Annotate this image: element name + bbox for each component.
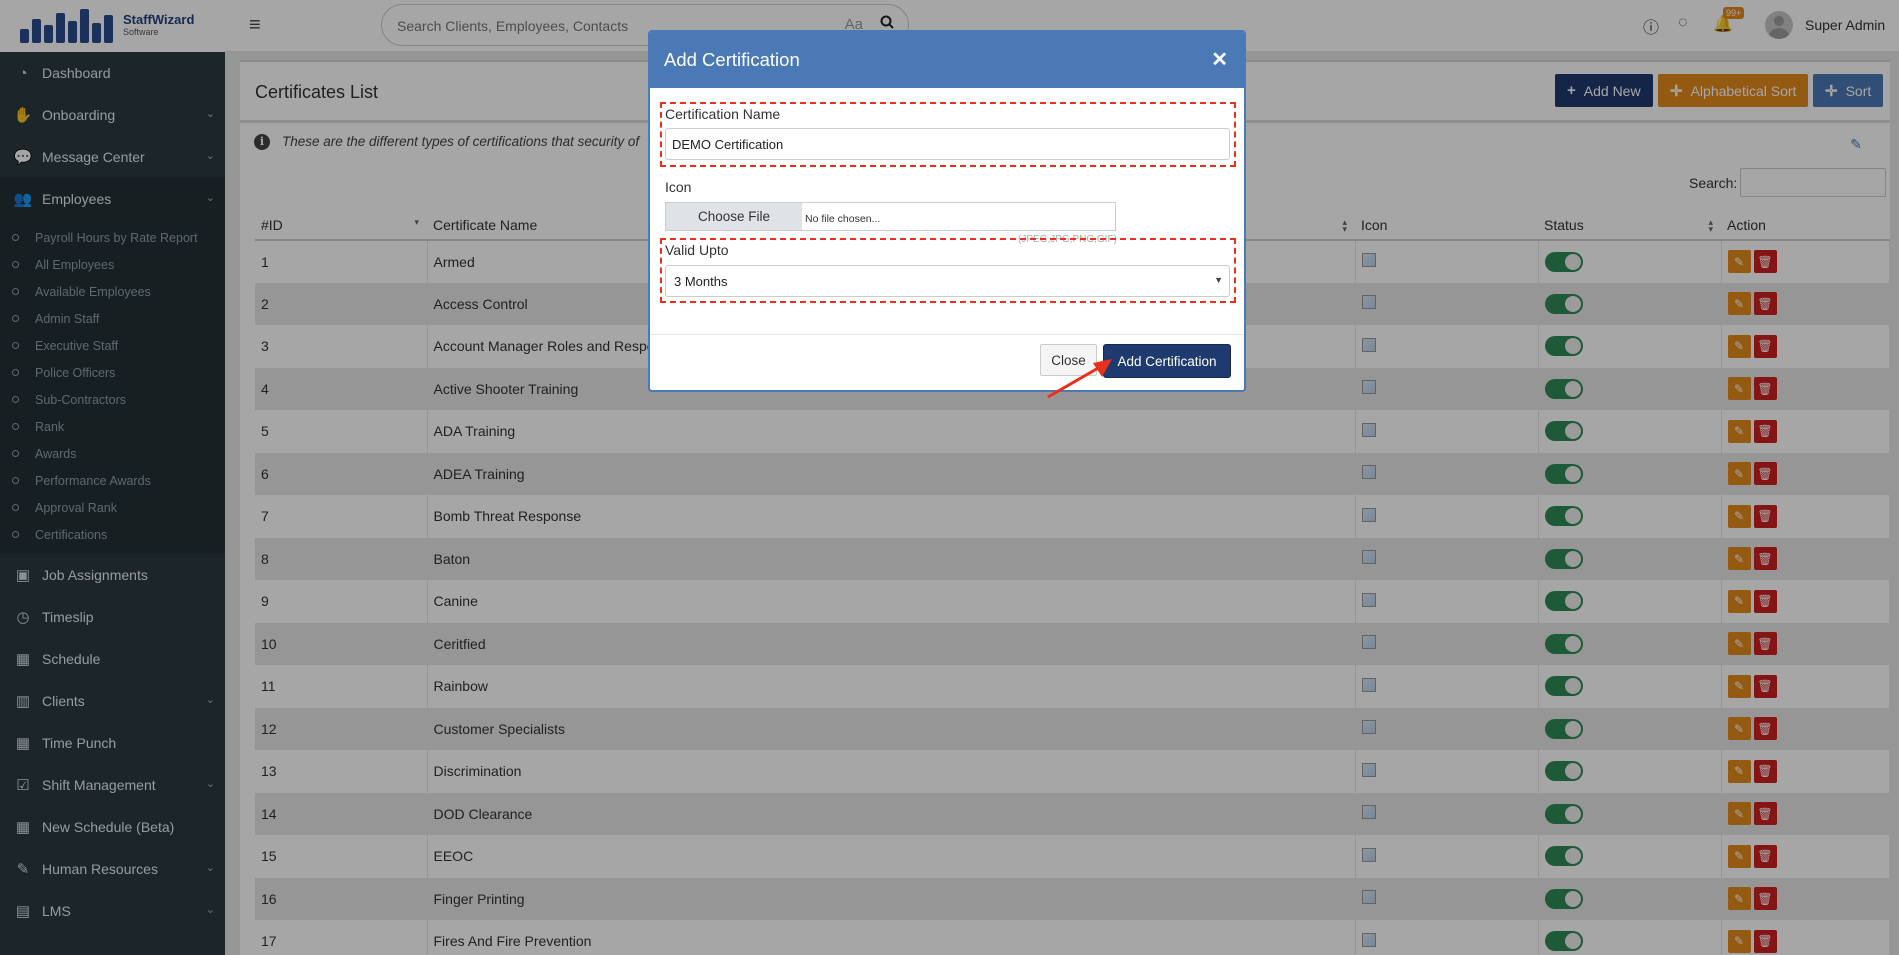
modal-header: Add Certification ✕ [650, 32, 1244, 88]
close-icon[interactable]: ✕ [1211, 47, 1228, 72]
icon-label: Icon [665, 179, 692, 195]
add-certification-button[interactable]: Add Certification [1103, 344, 1231, 378]
certification-name-field[interactable]: DEMO Certification [665, 128, 1230, 160]
valid-upto-label: Valid Upto [665, 242, 729, 258]
add-certification-modal: Add Certification ✕ Certification Name D… [648, 30, 1246, 392]
dropdown-arrow-icon: ▼ [1214, 275, 1223, 285]
file-types-hint: (JPEG,JPG,PNG,GIF) [1018, 234, 1117, 245]
valid-upto-select[interactable]: 3 Months ▼ [665, 265, 1230, 297]
modal-footer [650, 334, 1244, 335]
modal-title: Add Certification [664, 49, 800, 70]
no-file-text: No file chosen... [805, 213, 881, 225]
arrow-annotation [1047, 359, 1112, 399]
icon-file-input[interactable]: Choose File No file chosen... [665, 202, 1116, 231]
choose-file-button[interactable]: Choose File [666, 203, 802, 230]
certification-name-label: Certification Name [665, 106, 781, 122]
